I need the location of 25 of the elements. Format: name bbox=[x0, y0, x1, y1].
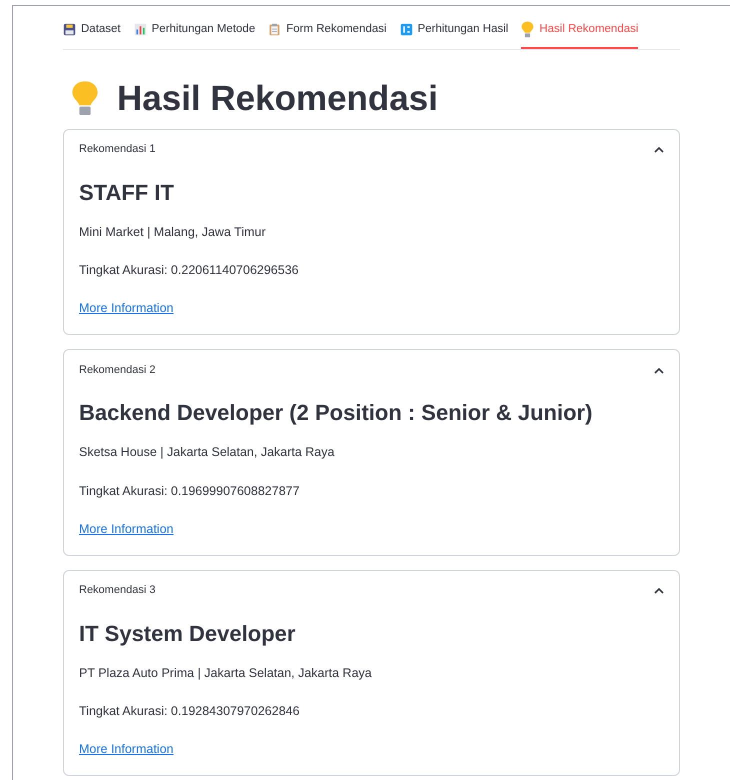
company-location: PT Plaza Auto Prima | Jakarta Selatan, Jakarta Raya bbox=[79, 664, 373, 682]
accuracy-text: Tingkat Akurasi: 0.19284307970262846 bbox=[79, 703, 301, 720]
accuracy-text: Tingkat Akurasi: 0.22061140706296536 bbox=[79, 262, 300, 280]
more-information-link[interactable]: More Information bbox=[79, 299, 174, 318]
job-title: STAFF IT bbox=[79, 178, 175, 207]
tab[interactable]: Perhitungan Metode bbox=[134, 17, 256, 50]
expander-header[interactable]: Rekomendasi 1 bbox=[79, 130, 664, 170]
light-bulb-icon bbox=[71, 80, 99, 117]
more-information-link[interactable]: More Information bbox=[79, 740, 174, 759]
tab[interactable]: Form Rekomendasi bbox=[268, 17, 387, 50]
tab[interactable]: Perhitungan Hasil bbox=[400, 17, 508, 50]
expander-header[interactable]: Rekomendasi 2 bbox=[79, 350, 664, 390]
company-location: Sketsa House | Jakarta Selatan, Jakarta Raya bbox=[79, 444, 336, 462]
bar-chart-icon bbox=[134, 23, 147, 36]
numbers-icon bbox=[400, 23, 413, 36]
expander-header[interactable]: Rekomendasi 3 bbox=[79, 570, 664, 611]
light-bulb-icon bbox=[521, 21, 534, 38]
clipboard-icon bbox=[268, 23, 282, 36]
accuracy-text: Tingkat Akurasi: 0.19699907608827877 bbox=[79, 482, 301, 500]
page-title: Hasil Rekomendasi bbox=[117, 80, 438, 116]
job-title: Backend Developer (2 Position : Senior & Junior) bbox=[79, 399, 594, 428]
more-information-link[interactable]: More Information bbox=[79, 520, 174, 538]
job-title: IT System Developer bbox=[79, 620, 296, 648]
company-location: Mini Market | Malang, Jawa Timur bbox=[79, 224, 267, 241]
tab[interactable]: Dataset bbox=[63, 17, 121, 50]
